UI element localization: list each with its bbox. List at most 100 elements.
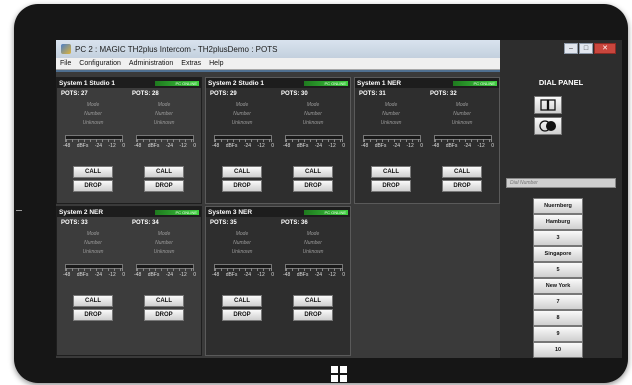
windows-logo-pane (340, 366, 347, 373)
call-button[interactable]: CALL (371, 166, 411, 178)
call-button[interactable]: CALL (144, 166, 184, 178)
meter-scale-label: -12 (328, 272, 336, 278)
app-icon (61, 44, 71, 54)
mode-text: Mode (235, 102, 249, 108)
close-button[interactable]: ✕ (594, 43, 616, 54)
dial-panel: – □ ✕ DIAL PANEL NuernbergHamburg3Singap… (500, 40, 622, 358)
panel-header: System 1 NER PC ONLINE (355, 78, 499, 88)
meter-scale-label: -48 (212, 272, 220, 278)
menu-file[interactable]: File (56, 60, 75, 67)
drop-button[interactable]: DROP (222, 180, 262, 192)
drop-button[interactable]: DROP (293, 309, 333, 321)
meter-scale-label: -24 (243, 143, 252, 149)
windows-logo-pane (331, 366, 338, 373)
meter-scale-label: 0 (193, 272, 196, 278)
number-text: Number (304, 111, 322, 117)
meter-scale-label: -24 (392, 143, 401, 149)
meter-scale-label: -48 (432, 143, 440, 149)
meter-scale-label: -48 (361, 143, 369, 149)
meter-scale-label: 0 (122, 272, 125, 278)
meter-scale-label: dBFs (374, 143, 387, 149)
status-text: Unknown (380, 120, 402, 126)
speed-dial-button[interactable]: 9 (533, 326, 583, 342)
menu-help[interactable]: Help (205, 60, 227, 67)
drop-button[interactable]: DROP (144, 309, 184, 321)
meter-ticks (363, 139, 421, 142)
phonebook-button[interactable] (534, 96, 562, 114)
panel-title: System 2 Studio 1 (208, 79, 264, 87)
toggle-button[interactable] (534, 117, 562, 135)
screen: PC 2 : MAGIC TH2plus Intercom - TH2plusD… (56, 40, 622, 358)
window-title: PC 2 : MAGIC TH2plus Intercom - TH2plusD… (75, 44, 278, 54)
call-button[interactable]: CALL (293, 166, 333, 178)
call-button[interactable]: CALL (73, 166, 113, 178)
drop-button[interactable]: DROP (293, 180, 333, 192)
system-panel: System 1 NER PC ONLINE POTS: 31 Mode Number U… (354, 77, 500, 204)
call-button[interactable]: CALL (144, 295, 184, 307)
status-text: Unknown (231, 249, 253, 255)
meter-scale-label: -12 (108, 143, 116, 149)
meter-scale: -48 dBFs -24 -12 0 (212, 143, 274, 149)
call-button[interactable]: CALL (73, 295, 113, 307)
meter-scale-label: -48 (134, 143, 142, 149)
drop-button[interactable]: DROP (371, 180, 411, 192)
pots-label: POTS: 27 (61, 91, 88, 97)
status-text: Unknown (153, 120, 175, 126)
number-text: Number (84, 111, 102, 117)
speed-dial-button[interactable]: 7 (533, 294, 583, 310)
meter-scale-label: 0 (342, 272, 345, 278)
number-text: Number (453, 111, 471, 117)
meter-scale-label: 0 (193, 143, 196, 149)
pots-label: POTS: 31 (359, 91, 386, 97)
speed-dial-button[interactable]: New York (533, 278, 583, 294)
speed-dial-button[interactable]: Nuernberg (533, 198, 583, 214)
meter-scale-label: dBFs (76, 272, 89, 278)
meter-scale-label: dBFs (296, 272, 309, 278)
app-window: PC 2 : MAGIC TH2plus Intercom - TH2plusD… (56, 40, 500, 358)
drop-button[interactable]: DROP (222, 309, 262, 321)
meter-scale-label: dBFs (147, 143, 160, 149)
windows-logo-pane (331, 375, 338, 382)
number-text: Number (155, 111, 173, 117)
call-button[interactable]: CALL (293, 295, 333, 307)
meter-scale-label: 0 (271, 272, 274, 278)
mode-text: Mode (86, 231, 100, 237)
toggle-icon (539, 120, 556, 132)
menu-extras[interactable]: Extras (177, 60, 205, 67)
speed-dial-button[interactable]: 3 (533, 230, 583, 246)
speed-dial-button[interactable]: Hamburg (533, 214, 583, 230)
meter-scale-label: -24 (243, 272, 252, 278)
drop-button[interactable]: DROP (73, 309, 113, 321)
minimize-button[interactable]: – (564, 43, 578, 54)
windows-logo-pane (340, 375, 347, 382)
drop-button[interactable]: DROP (442, 180, 482, 192)
number-text: Number (304, 240, 322, 246)
drop-button[interactable]: DROP (73, 180, 113, 192)
meter-scale: -48 dBFs -24 -12 0 (63, 143, 125, 149)
call-button[interactable]: CALL (222, 166, 262, 178)
speed-dial-button[interactable]: 8 (533, 310, 583, 326)
meter-scale-label: dBFs (147, 272, 160, 278)
drop-button[interactable]: DROP (144, 180, 184, 192)
speed-dial-button[interactable]: 10 (533, 342, 583, 358)
level-meter: -48 dBFs -24 -12 0 (283, 263, 345, 279)
maximize-button[interactable]: □ (579, 43, 593, 54)
call-button[interactable]: CALL (442, 166, 482, 178)
windows-logo[interactable] (331, 366, 347, 382)
meter-scale-label: -12 (257, 143, 265, 149)
system-panel: System 3 NER PC ONLINE POTS: 35 Mode Number U… (205, 206, 351, 356)
call-button[interactable]: CALL (222, 295, 262, 307)
speed-dial-button[interactable]: 5 (533, 262, 583, 278)
meter-scale-label: -48 (283, 143, 291, 149)
meter-scale-label: -48 (63, 143, 71, 149)
meter-ticks (214, 139, 272, 142)
speed-dial-button[interactable]: Singapore (533, 246, 583, 262)
mode-text: Mode (157, 102, 171, 108)
mode-text: Mode (306, 231, 320, 237)
meter-ticks (136, 139, 194, 142)
menu-configuration[interactable]: Configuration (75, 60, 125, 67)
dial-number-input[interactable] (506, 178, 616, 188)
number-text: Number (155, 240, 173, 246)
menu-administration[interactable]: Administration (125, 60, 177, 67)
panel-title: System 3 NER (208, 208, 253, 216)
